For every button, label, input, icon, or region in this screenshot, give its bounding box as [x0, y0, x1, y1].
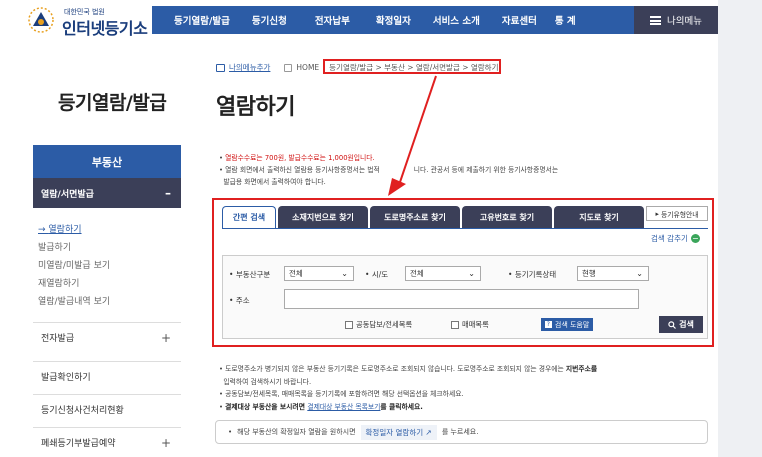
search-tabs: 간편 검색 소재지번으로 찾기 도로명주소로 찾기 고유번호로 찾기 지도로 찾… — [222, 206, 646, 228]
fee-note: 열람수수료는 700원, 발급수수료는 1,000원입니다. — [225, 154, 375, 162]
search-icon — [668, 320, 677, 329]
checkbox-icon — [216, 63, 225, 72]
checkbox-box — [451, 321, 459, 329]
collapse-circle-icon: − — [690, 234, 700, 243]
property-type-label: • 부동산구분 — [229, 270, 271, 279]
note-emphasis: 를 클릭하세요. — [380, 402, 423, 411]
chevron-down-icon: ⌄ — [636, 269, 643, 278]
tab-lot-number[interactable]: 소재지번으로 찾기 — [278, 206, 368, 228]
payment-list-link[interactable]: 결제대상 부동산 목록보기 — [307, 403, 380, 411]
my-menu-button[interactable]: 나의메뉴 — [634, 6, 718, 34]
sidebar-item-label: 전자발급 — [41, 334, 75, 344]
search-button[interactable]: 검색 — [659, 316, 703, 333]
search-label: 검색 — [679, 320, 694, 329]
address-label: • 주소 — [229, 296, 250, 305]
nav-item-apply[interactable]: 등기신청 — [240, 13, 307, 27]
note-text: 발급용 화면에서 출력하여야 합니다. — [223, 178, 326, 186]
note-emphasis: 결제대상 부동산을 보시려면 — [225, 402, 308, 411]
fixed-date-view-button[interactable]: 확정일자 열람하기 ↗ — [360, 424, 437, 440]
nav-item-fixed-date[interactable]: 확정일자 — [368, 13, 425, 27]
tab-underline — [222, 228, 708, 229]
sidebar-subitem-view[interactable]: → 열람하기 — [38, 222, 82, 235]
collapse-icon: – — [165, 186, 171, 200]
logo-title: 인터넷등기소 — [62, 19, 148, 38]
info-text: 해당 부동산의 확정일자 열람을 원하시면 — [237, 428, 356, 436]
joint-collateral-checkbox[interactable]: 공동담보/전세목록 — [345, 320, 412, 330]
sidebar-item-label: 열람/서면발급 — [41, 189, 94, 200]
sido-label: • 시/도 — [365, 270, 389, 279]
expand-icon: + — [160, 330, 171, 345]
note-text: 도로명주소가 병기되지 않은 부동산 등기기록은 도로명주소로 조회되지 않습니… — [225, 365, 566, 373]
trade-list-checkbox[interactable]: 매매목록 — [451, 320, 489, 330]
main-nav: 등기열람/발급 등기신청 전자납부 확정일자 서비스 소개 자료센터 통 계 나… — [152, 6, 718, 34]
sidebar-subitem-review[interactable]: 재열람하기 — [38, 276, 79, 289]
sidebar-item-reservation[interactable]: 폐쇄등기부발급예약 + — [33, 427, 181, 457]
tab-road-address[interactable]: 도로명주소로 찾기 — [370, 206, 460, 228]
sidebar-item-label: 등기신청사건처리현황 — [41, 406, 124, 416]
property-type-select[interactable]: 전체 ⌄ — [284, 266, 354, 281]
tab-unique-number[interactable]: 고유번호로 찾기 — [462, 206, 552, 228]
sidebar-subitem-unviewed[interactable]: 미열람/미발급 보기 — [38, 258, 110, 271]
sidebar-item-label: 발급확인하기 — [41, 373, 91, 383]
note-text: 열람 회면에서 출력하신 열람용 등기사항증명서는 법적 — [225, 166, 380, 174]
sidebar-item-verify[interactable]: 발급확인하기 — [33, 361, 181, 391]
checkbox-label: 공동담보/전세목록 — [356, 320, 413, 329]
sidebar-item-label: 폐쇄등기부발급예약 — [41, 439, 116, 449]
sidebar-item-view-paper-issue[interactable]: 열람/서면발급 – — [33, 178, 181, 208]
sido-select[interactable]: 전체 ⌄ — [405, 266, 481, 281]
nav-item-service[interactable]: 서비스 소개 — [425, 13, 494, 27]
fixed-date-info-box: • 해당 부동산의 확정일자 열람을 원하시면 확정일자 열람하기 ↗ 를 누르… — [215, 420, 708, 444]
note-text: 니다. 관공서 등에 제출하기 위한 등기사항증명서는 — [413, 166, 559, 174]
sidebar-title: 등기열람/발급 — [58, 92, 167, 114]
external-link-icon: ↗ — [425, 427, 432, 437]
address-input[interactable] — [284, 289, 639, 309]
hide-search-label: 검색 감추기 — [651, 234, 688, 243]
tab-simple-search[interactable]: 간편 검색 — [222, 206, 276, 228]
checkbox-box — [345, 321, 353, 329]
search-help-button[interactable]: ? 검색 도움말 — [541, 318, 593, 331]
right-margin — [718, 0, 762, 457]
sidebar-subitem-issue[interactable]: 발급하기 — [38, 240, 71, 253]
hamburger-icon — [650, 15, 662, 25]
nav-item-stats[interactable]: 통 계 — [547, 13, 584, 27]
nav-item-view-issue[interactable]: 등기열람/발급 — [152, 13, 240, 27]
breadcrumb-highlight — [323, 59, 501, 74]
sidebar-item-e-issue[interactable]: 전자발급 + — [33, 322, 181, 352]
record-status-select[interactable]: 현행 ⌄ — [577, 266, 649, 281]
help-label: 검색 도움말 — [554, 320, 590, 329]
my-menu-label: 나의메뉴 — [667, 16, 702, 27]
checkbox-label: 매매목록 — [462, 320, 489, 329]
tab-map[interactable]: 지도로 찾기 — [554, 206, 644, 228]
page-title: 열람하기 — [216, 95, 295, 120]
breadcrumb-home[interactable]: HOME — [296, 63, 319, 72]
sidebar-category[interactable]: 부동산 — [33, 145, 181, 178]
select-value: 전체 — [410, 269, 424, 278]
add-my-menu-link[interactable]: 나의메뉴추가 — [229, 62, 270, 73]
fee-notes: • 열람수수료는 700원, 발급수수료는 1,000원입니다. • 열람 회면… — [219, 154, 559, 186]
home-icon — [284, 63, 293, 72]
help-icon: ? — [544, 321, 552, 328]
chevron-down-icon: ⌄ — [468, 269, 475, 278]
header: 대한민국 법원 인터넷등기소 등기열람/발급 등기신청 전자납부 확정일자 서비… — [0, 0, 718, 40]
search-notes: • 도로명주소가 병기되지 않은 부동산 등기기록은 도로명주소로 조회되지 않… — [219, 365, 598, 411]
sidebar-subitem-history[interactable]: 열람/발급내역 보기 — [38, 294, 110, 307]
note-emphasis: 지번주소를 — [565, 365, 598, 373]
chevron-down-icon: ⌄ — [341, 269, 348, 278]
note-text: 공동담보/전세목록, 매매목록을 등기기록에 포함하려면 해당 선택옵션을 체크… — [225, 390, 464, 398]
select-value: 현행 — [582, 269, 596, 278]
expand-icon: + — [160, 435, 171, 450]
nav-item-resources[interactable]: 자료센터 — [494, 13, 547, 27]
info-text: 를 누르세요. — [441, 428, 479, 436]
sidebar-item-status[interactable]: 등기신청사건처리현황 — [33, 394, 181, 424]
note-text: 입력하여 검색하시기 바랍니다. — [223, 377, 312, 386]
hide-search-toggle[interactable]: 검색 감추기 − — [651, 233, 700, 244]
registry-type-guide-button[interactable]: ▸ 등기유형안내 — [646, 206, 708, 221]
guide-label: 등기유형안내 — [661, 210, 699, 219]
select-value: 전체 — [289, 269, 303, 278]
nav-item-epay[interactable]: 전자납부 — [307, 13, 368, 27]
court-emblem-icon — [28, 7, 54, 33]
record-status-label: • 등기기록상태 — [508, 270, 557, 279]
